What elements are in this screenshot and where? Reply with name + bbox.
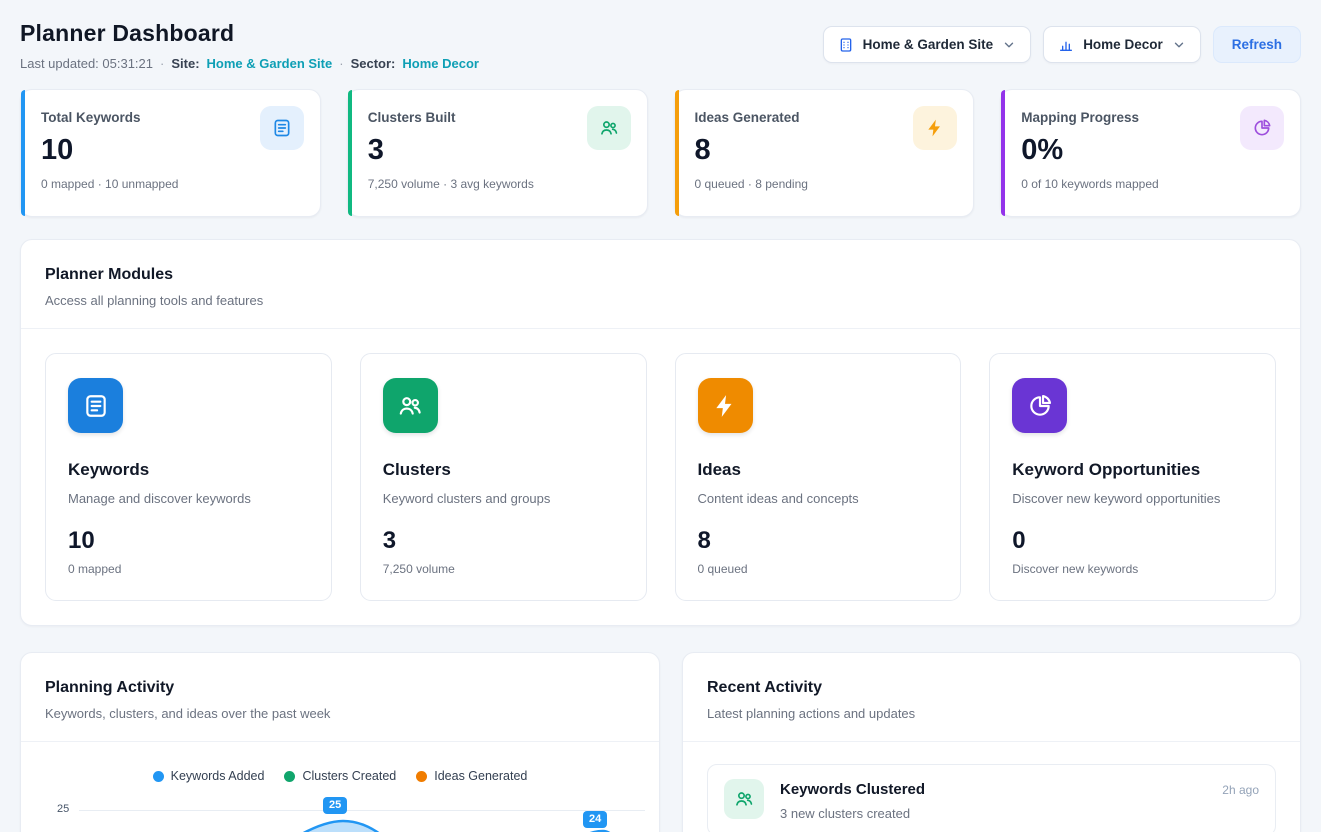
activity-timestamp: 2h ago bbox=[1222, 783, 1259, 797]
module-description: Discover new keyword opportunities bbox=[1012, 491, 1253, 506]
stat-subtext: 0 queued · 8 pending bbox=[695, 177, 954, 191]
sector-dropdown-label: Home Decor bbox=[1083, 37, 1163, 52]
building-icon bbox=[838, 37, 854, 53]
stat-card-ideas-generated: Ideas Generated 8 0 queued · 8 pending bbox=[674, 89, 975, 217]
document-icon bbox=[68, 378, 123, 433]
panel-subtitle: Latest planning actions and updates bbox=[707, 706, 1276, 721]
header-meta: Last updated: 05:31:21 · Site: Home & Ga… bbox=[20, 56, 479, 71]
module-title: Clusters bbox=[383, 460, 624, 480]
planner-modules-panel: Planner Modules Access all planning tool… bbox=[20, 239, 1301, 626]
legend-label: Clusters Created bbox=[302, 769, 396, 783]
activity-body: Keywords Clustered 3 new clusters create… bbox=[780, 779, 1206, 821]
panel-subtitle: Keywords, clusters, and ideas over the p… bbox=[45, 706, 635, 721]
stat-subtext: 7,250 volume · 3 avg keywords bbox=[368, 177, 627, 191]
activity-title: Keywords Clustered bbox=[780, 781, 1206, 798]
panel-subtitle: Access all planning tools and features bbox=[45, 293, 1276, 308]
last-updated-text: Last updated: 05:31:21 bbox=[20, 56, 153, 71]
activity-area-chart: 25 25 24 bbox=[21, 791, 659, 832]
legend-dot-blue bbox=[153, 771, 164, 782]
chart-legend: Keywords Added Clusters Created Ideas Ge… bbox=[21, 769, 659, 783]
planner-modules-header: Planner Modules Access all planning tool… bbox=[21, 240, 1300, 329]
pie-chart-icon bbox=[1240, 106, 1284, 150]
module-subtext: 7,250 volume bbox=[383, 562, 624, 576]
module-card-ideas[interactable]: Ideas Content ideas and concepts 8 0 que… bbox=[675, 353, 962, 601]
lightning-icon bbox=[698, 378, 753, 433]
module-value: 10 bbox=[68, 527, 309, 555]
legend-dot-green bbox=[284, 771, 295, 782]
module-card-clusters[interactable]: Clusters Keyword clusters and groups 3 7… bbox=[360, 353, 647, 601]
stat-card-total-keywords: Total Keywords 10 0 mapped · 10 unmapped bbox=[20, 89, 321, 217]
panel-title: Recent Activity bbox=[707, 679, 1276, 697]
header-left: Planner Dashboard Last updated: 05:31:21… bbox=[20, 20, 479, 71]
module-description: Manage and discover keywords bbox=[68, 491, 309, 506]
modules-grid: Keywords Manage and discover keywords 10… bbox=[21, 329, 1300, 625]
module-value: 3 bbox=[383, 527, 624, 555]
module-description: Content ideas and concepts bbox=[698, 491, 939, 506]
pie-chart-icon bbox=[1012, 378, 1067, 433]
module-card-keyword-opportunities[interactable]: Keyword Opportunities Discover new keywo… bbox=[989, 353, 1276, 601]
sector-link[interactable]: Home Decor bbox=[402, 56, 479, 71]
keywords-added-area-series bbox=[77, 807, 643, 832]
module-title: Keywords bbox=[68, 460, 309, 480]
header-controls: Home & Garden Site Home Decor Refresh bbox=[823, 26, 1301, 63]
legend-label: Ideas Generated bbox=[434, 769, 527, 783]
page-header: Planner Dashboard Last updated: 05:31:21… bbox=[20, 20, 1301, 71]
module-description: Keyword clusters and groups bbox=[383, 491, 624, 506]
bottom-row: Planning Activity Keywords, clusters, an… bbox=[20, 652, 1301, 832]
legend-dot-orange bbox=[416, 771, 427, 782]
stat-card-clusters-built: Clusters Built 3 7,250 volume · 3 avg ke… bbox=[347, 89, 648, 217]
planner-dashboard-page: Planner Dashboard Last updated: 05:31:21… bbox=[0, 0, 1321, 832]
y-axis-tick: 25 bbox=[57, 803, 69, 815]
refresh-button[interactable]: Refresh bbox=[1213, 26, 1301, 63]
activity-description: 3 new clusters created bbox=[780, 806, 1206, 821]
users-icon bbox=[383, 378, 438, 433]
legend-item-clusters-created: Clusters Created bbox=[284, 769, 396, 783]
recent-activity-header: Recent Activity Latest planning actions … bbox=[683, 653, 1300, 742]
module-value: 8 bbox=[698, 527, 939, 555]
data-point-label: 25 bbox=[323, 797, 347, 814]
site-label: Site: bbox=[171, 56, 199, 71]
data-point-label: 24 bbox=[583, 811, 607, 828]
users-icon bbox=[724, 779, 764, 819]
chevron-down-icon bbox=[1172, 38, 1186, 52]
page-title: Planner Dashboard bbox=[20, 20, 479, 47]
stat-cards-row: Total Keywords 10 0 mapped · 10 unmapped… bbox=[20, 89, 1301, 217]
legend-item-keywords-added: Keywords Added bbox=[153, 769, 265, 783]
site-dropdown-label: Home & Garden Site bbox=[863, 37, 994, 52]
module-value: 0 bbox=[1012, 527, 1253, 555]
stat-subtext: 0 of 10 keywords mapped bbox=[1021, 177, 1280, 191]
stat-card-mapping-progress: Mapping Progress 0% 0 of 10 keywords map… bbox=[1000, 89, 1301, 217]
meta-separator: · bbox=[339, 56, 343, 71]
module-subtext: Discover new keywords bbox=[1012, 562, 1253, 576]
planning-activity-panel: Planning Activity Keywords, clusters, an… bbox=[20, 652, 660, 832]
module-subtext: 0 mapped bbox=[68, 562, 309, 576]
panel-title: Planner Modules bbox=[45, 266, 1276, 284]
document-icon bbox=[260, 106, 304, 150]
legend-item-ideas-generated: Ideas Generated bbox=[416, 769, 527, 783]
bar-chart-icon bbox=[1058, 37, 1074, 53]
recent-activity-panel: Recent Activity Latest planning actions … bbox=[682, 652, 1301, 832]
module-subtext: 0 queued bbox=[698, 562, 939, 576]
chevron-down-icon bbox=[1002, 38, 1016, 52]
users-icon bbox=[587, 106, 631, 150]
meta-separator: · bbox=[160, 56, 164, 71]
lightning-icon bbox=[913, 106, 957, 150]
activity-list: Keywords Clustered 3 new clusters create… bbox=[683, 742, 1300, 832]
module-title: Keyword Opportunities bbox=[1012, 460, 1253, 480]
site-link[interactable]: Home & Garden Site bbox=[207, 56, 333, 71]
panel-title: Planning Activity bbox=[45, 679, 635, 697]
activity-item-keywords-clustered: Keywords Clustered 3 new clusters create… bbox=[707, 764, 1276, 832]
planning-activity-header: Planning Activity Keywords, clusters, an… bbox=[21, 653, 659, 742]
module-card-keywords[interactable]: Keywords Manage and discover keywords 10… bbox=[45, 353, 332, 601]
stat-subtext: 0 mapped · 10 unmapped bbox=[41, 177, 300, 191]
sector-label: Sector: bbox=[351, 56, 396, 71]
sector-dropdown[interactable]: Home Decor bbox=[1043, 26, 1201, 63]
legend-label: Keywords Added bbox=[171, 769, 265, 783]
site-dropdown[interactable]: Home & Garden Site bbox=[823, 26, 1032, 63]
module-title: Ideas bbox=[698, 460, 939, 480]
